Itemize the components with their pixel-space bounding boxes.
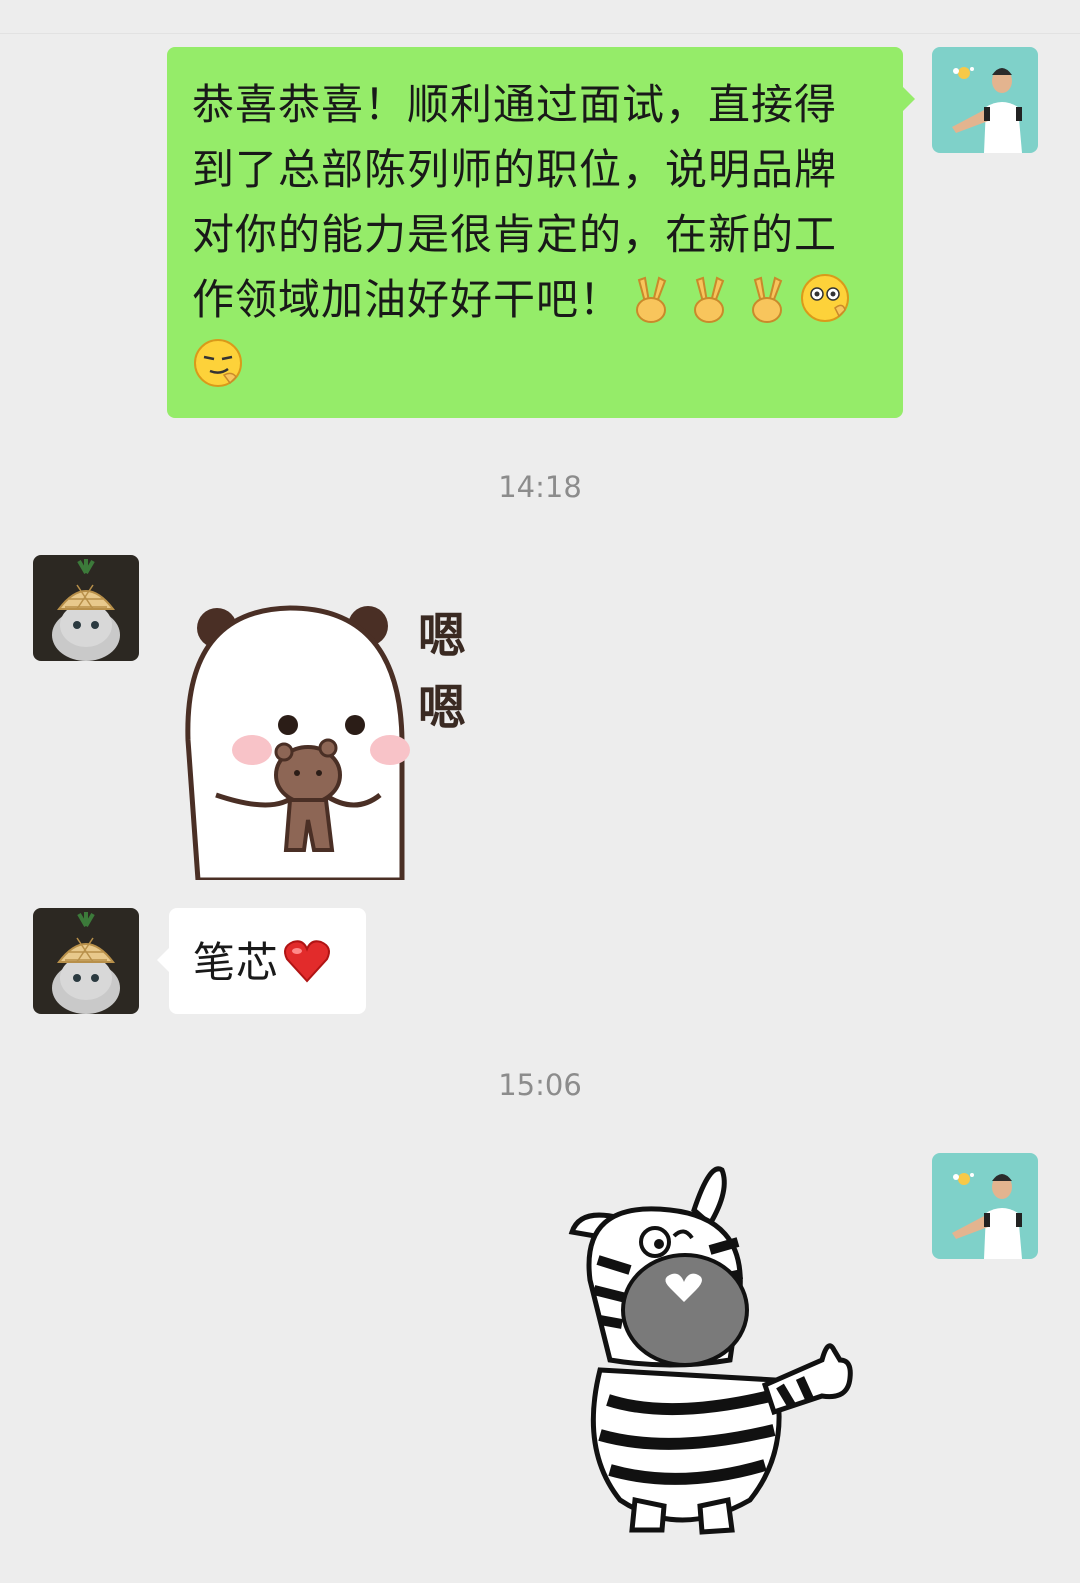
other-message-bubble[interactable]: 笔芯 [157, 908, 366, 1014]
message-line: 作领域加油好好干吧！ [192, 267, 892, 332]
message-line: 到了总部陈列师的职位，说明品牌 [192, 145, 838, 194]
timestamp: 15:06 [498, 1068, 582, 1102]
victory-hand-icon [694, 276, 725, 323]
message-line-text: 作领域加油好好干吧！ [192, 275, 623, 324]
bubble-tail [903, 87, 915, 111]
self-message-bubble[interactable]: 恭喜恭喜！顺利通过面试，直接得 到了总部陈列师的职位，说明品牌 对你的能力是很肯… [167, 47, 915, 418]
self-avatar[interactable] [932, 47, 1038, 153]
sticker-caption: 嗯 [418, 680, 467, 736]
bubble-tail [157, 948, 169, 972]
zebra-thumbs-up-sticker[interactable] [560, 1160, 860, 1535]
smirk-face-icon [194, 339, 242, 387]
victory-hand-icon [752, 276, 783, 323]
sticker-caption: 嗯 [418, 608, 467, 664]
timestamp: 14:18 [498, 470, 582, 504]
panda-hugging-bear-sticker[interactable]: 嗯 嗯 [180, 590, 490, 883]
victory-hand-icon [636, 276, 667, 323]
self-avatar[interactable] [932, 1153, 1038, 1259]
message-line-text: 笔芯 [193, 938, 280, 987]
message-line: 恭喜恭喜！顺利通过面试，直接得 [192, 80, 838, 129]
other-avatar[interactable] [33, 908, 139, 1014]
message-line: 对你的能力是很肯定的，在新的工 [192, 210, 838, 259]
flushed-face-icon [801, 274, 850, 322]
top-divider [0, 33, 1080, 34]
message-text: 笔芯 [193, 930, 336, 995]
message-line [192, 332, 892, 397]
other-avatar[interactable] [33, 555, 139, 661]
message-text: 恭喜恭喜！顺利通过面试，直接得 到了总部陈列师的职位，说明品牌 对你的能力是很肯… [192, 72, 892, 397]
red-heart-icon [284, 940, 330, 983]
